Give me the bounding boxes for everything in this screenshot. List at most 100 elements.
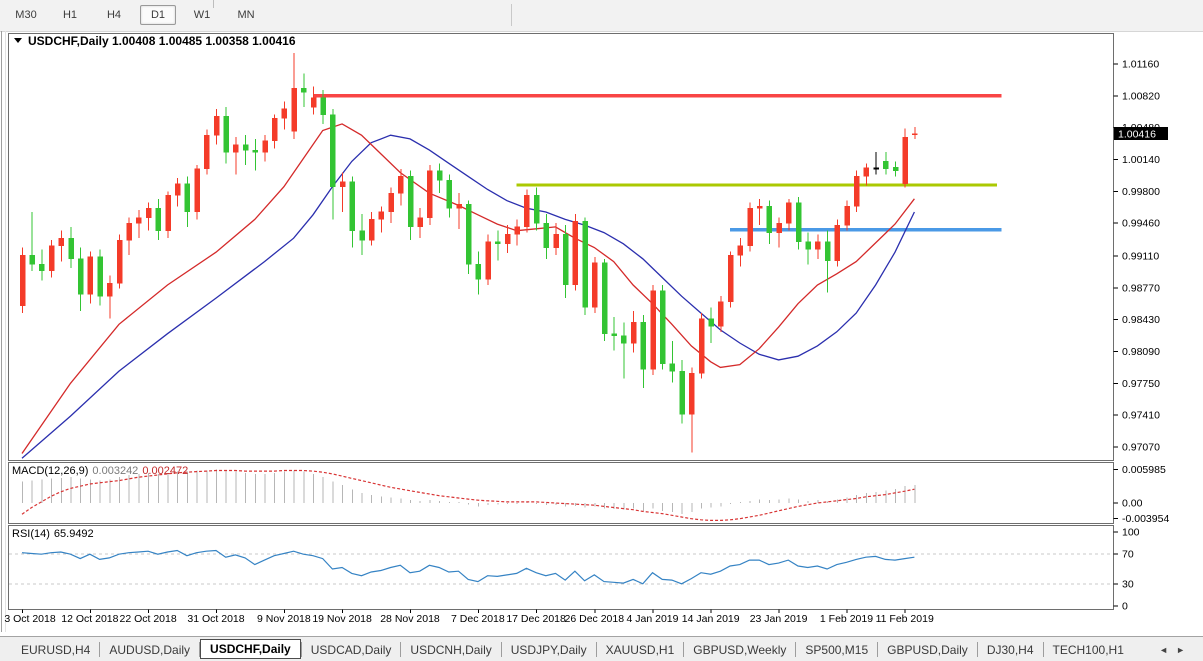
candle-body (718, 302, 723, 326)
tab-scroll-left-icon[interactable]: ◄ (1159, 645, 1176, 655)
candle (903, 129, 908, 188)
candle-body (835, 225, 840, 261)
candle-body (806, 242, 811, 249)
price-tick-label: 0.97070 (1122, 441, 1160, 453)
candle-body (699, 319, 704, 373)
ma-fast-line (22, 124, 914, 454)
candle-body (874, 168, 879, 169)
tab-dj30-h4[interactable]: DJ30,H4 (978, 640, 1043, 660)
candle (621, 322, 626, 378)
candle-body (854, 176, 859, 206)
candle-body (350, 182, 355, 231)
tab-gbpusd-daily[interactable]: GBPUSD,Daily (878, 640, 977, 660)
candle (466, 201, 471, 274)
candle (166, 191, 171, 238)
main-pane-border[interactable] (9, 34, 1114, 461)
candle-body (427, 171, 432, 218)
candle (146, 203, 151, 231)
candle-body (563, 234, 568, 285)
candle-body (98, 257, 103, 296)
rsi-pane-border[interactable] (9, 526, 1114, 610)
candle (544, 214, 549, 259)
chart-dropdown-icon[interactable] (14, 38, 22, 43)
candle (728, 251, 733, 307)
price-tick-label: 0.98770 (1122, 282, 1160, 294)
candle-body (214, 116, 219, 135)
candle (476, 251, 481, 294)
price-tick-label: 1.01160 (1122, 59, 1159, 71)
candle (136, 210, 141, 238)
candle (127, 218, 132, 255)
candle (156, 199, 161, 240)
candle-body (912, 134, 917, 135)
candle-body (903, 137, 908, 184)
candle-body (883, 161, 888, 168)
candle-body (369, 219, 374, 240)
candle-body (660, 291, 665, 364)
candle (292, 53, 297, 139)
candle (175, 178, 180, 206)
candle (214, 109, 219, 145)
candle (748, 203, 753, 252)
symbol-tab-bar: EURUSD,H4AUDUSD,DailyUSDCHF,DailyUSDCAD,… (0, 636, 1203, 661)
candle-body (573, 221, 578, 285)
candle-body (680, 371, 685, 414)
tab-usdchf-daily[interactable]: USDCHF,Daily (200, 639, 301, 659)
time-tick-label: 9 Nov 2018 (257, 613, 311, 625)
tab-tech100-h1[interactable]: TECH100,H1 (1044, 640, 1133, 660)
candle-body (136, 218, 141, 224)
candle-body (340, 182, 345, 187)
tab-sp500-m15[interactable]: SP500,M15 (796, 640, 877, 660)
candle (864, 163, 869, 185)
candle-body (360, 231, 365, 240)
candle (340, 173, 345, 212)
candle-body (748, 208, 753, 245)
candle (360, 214, 365, 255)
candle-body (408, 176, 413, 227)
price-tick-label: 1.00820 (1122, 90, 1160, 102)
tab-xauusd-h1[interactable]: XAUUSD,H1 (597, 640, 684, 660)
candle-body (195, 169, 200, 212)
price-tick-label: 0.98430 (1122, 314, 1160, 326)
candle-body (146, 208, 151, 217)
candle (806, 233, 811, 265)
candle (815, 234, 820, 258)
candle-body (777, 223, 782, 232)
macd-tick-label: 0.005985 (1122, 464, 1166, 476)
candle-body (592, 263, 597, 308)
tab-audusd-daily[interactable]: AUDUSD,Daily (100, 640, 199, 660)
candle-body (117, 240, 122, 283)
candle (49, 240, 54, 277)
candle (495, 231, 500, 261)
time-tick-label: 12 Oct 2018 (61, 613, 118, 625)
time-tick-label: 11 Feb 2019 (876, 613, 934, 625)
tab-usdcad-daily[interactable]: USDCAD,Daily (302, 640, 401, 660)
candle (301, 73, 306, 107)
candle (524, 189, 529, 232)
tab-usdcnh-daily[interactable]: USDCNH,Daily (401, 640, 500, 660)
candle (641, 315, 646, 388)
tab-usdjpy-daily[interactable]: USDJPY,Daily (502, 640, 596, 660)
price-tick-label: 0.97750 (1122, 378, 1160, 390)
price-tick-label: 0.99110 (1122, 250, 1159, 262)
candle (709, 307, 714, 343)
candle-body (311, 98, 316, 107)
candle-body (224, 116, 229, 152)
candle (612, 317, 617, 351)
tab-scroll-right-icon[interactable]: ► (1176, 645, 1193, 655)
candle (253, 139, 258, 171)
candle (204, 130, 209, 175)
candle-body (845, 206, 850, 225)
tab-gbpusd-weekly[interactable]: GBPUSD,Weekly (684, 640, 795, 660)
candle (78, 248, 83, 312)
tab-eurusd-h4[interactable]: EURUSD,H4 (12, 640, 99, 660)
candle-body (554, 234, 559, 247)
candle-body (49, 246, 54, 271)
candle (699, 313, 704, 379)
candle-body (301, 88, 306, 92)
chart-canvas[interactable]: USDCHF,Daily 1.00408 1.00485 1.00358 1.0… (0, 0, 1203, 661)
candle (282, 101, 287, 129)
price-tick-label: 0.99800 (1122, 186, 1160, 198)
candle-body (757, 206, 762, 208)
candle (98, 249, 103, 305)
